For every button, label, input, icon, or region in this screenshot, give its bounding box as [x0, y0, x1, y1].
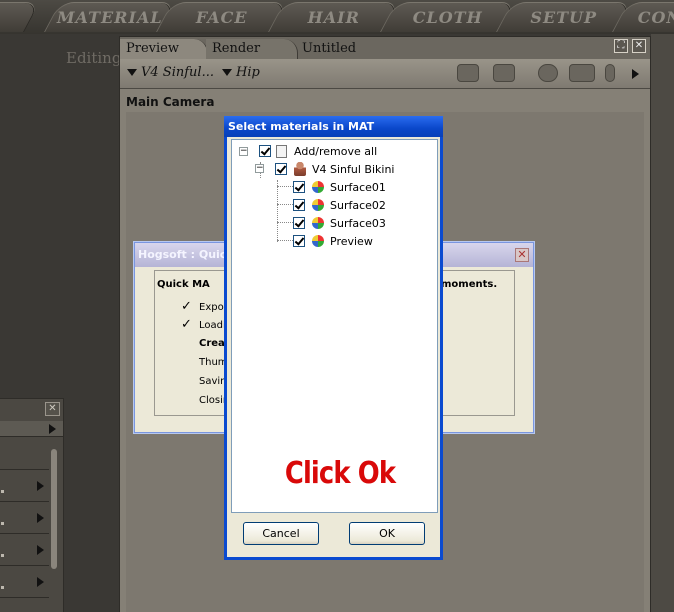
tree-connector: [277, 240, 293, 241]
cancel-button[interactable]: Cancel: [243, 522, 319, 545]
tab-pose[interactable]: E: [0, 2, 40, 32]
add-remove-all-checkbox[interactable]: [259, 145, 271, 157]
tree-connector: [277, 204, 293, 205]
palette-item-arrow-icon[interactable]: [37, 513, 44, 523]
tree-connector: [277, 222, 293, 223]
ok-button[interactable]: OK: [349, 522, 425, 545]
preview-material-label: Preview: [330, 235, 373, 248]
surface01-label: Surface01: [330, 181, 386, 194]
actor-select-value: Hip: [236, 65, 260, 80]
palette-header: [0, 421, 63, 437]
document-icon: [276, 145, 287, 158]
surface03-checkbox[interactable]: [293, 217, 305, 229]
palette-item-arrow-icon[interactable]: [37, 481, 44, 491]
preview-material-checkbox[interactable]: [293, 235, 305, 247]
tab-render[interactable]: Render: [206, 39, 298, 59]
chevron-down-icon: [127, 69, 137, 76]
chevron-down-icon: [222, 69, 232, 76]
document-title: Untitled: [302, 41, 357, 56]
camera-label: Main Camera: [126, 95, 215, 109]
check-icon: ✓: [181, 299, 192, 314]
palette-close-icon[interactable]: ✕: [45, 402, 60, 416]
select-materials-title-bar: Select materials in MAT: [224, 116, 443, 137]
select-materials-dialog: Select materials in MAT − Add/remove all…: [224, 116, 443, 560]
tab-hair[interactable]: HAIR: [268, 2, 400, 32]
palette-scrollbar[interactable]: [51, 449, 57, 569]
material-icon: [312, 235, 324, 247]
tab-material[interactable]: MATERIAL: [44, 2, 176, 32]
tree-connector: [277, 186, 293, 187]
preview-toolbar: V4 Sinful... Hip: [120, 59, 650, 89]
select-region-icon[interactable]: [493, 64, 515, 82]
hogsoft-step-active: Crea: [199, 338, 225, 349]
palette-item-dot: [1, 522, 4, 525]
figure-checkbox[interactable]: [275, 163, 287, 175]
camera-icon[interactable]: [457, 64, 479, 82]
figure-label: V4 Sinful Bikini: [312, 163, 395, 176]
material-icon: [312, 199, 324, 211]
rotate-trackball-icon[interactable]: [538, 64, 558, 82]
surface02-checkbox[interactable]: [293, 199, 305, 211]
materials-tree: − Add/remove all − V4 Sinful Bikini Surf…: [231, 139, 438, 513]
palette-divider: [0, 469, 49, 470]
tab-material-label: MATERIAL: [56, 8, 163, 27]
hogsoft-close-icon[interactable]: ✕: [515, 248, 529, 262]
surface01-checkbox[interactable]: [293, 181, 305, 193]
click-ok-annotation: Click Ok: [284, 456, 396, 491]
material-icon: [312, 181, 324, 193]
tab-hair-label: HAIR: [307, 8, 360, 27]
palette-expand-arrow-icon[interactable]: [49, 424, 56, 434]
palette-divider: [0, 565, 49, 566]
add-remove-all-label: Add/remove all: [294, 145, 378, 158]
maximize-icon[interactable]: ⛶: [614, 39, 628, 53]
tree-connector: [277, 180, 278, 242]
tab-face[interactable]: FACE: [156, 2, 288, 32]
collapse-figure-icon[interactable]: −: [255, 164, 264, 173]
check-icon: ✓: [181, 317, 192, 332]
room-tab-bar: E MATERIAL FACE HAIR CLOTH SETUP CON: [0, 0, 674, 34]
preview-tab-strip: Preview Render Untitled ⛶ ✕: [120, 37, 650, 59]
figure-select[interactable]: V4 Sinful...: [127, 65, 214, 80]
tab-cloth[interactable]: CLOTH: [380, 2, 516, 32]
move-xz-icon[interactable]: [569, 64, 595, 82]
collapse-root-icon[interactable]: −: [239, 147, 248, 156]
hogsoft-heading-tail: moments.: [441, 279, 498, 290]
hogsoft-step: Savin: [199, 376, 227, 387]
right-panel-strip: [651, 34, 674, 612]
surface02-label: Surface02: [330, 199, 386, 212]
palette-divider: [0, 501, 49, 502]
palette-item-dot: [1, 554, 4, 557]
material-icon: [312, 217, 324, 229]
hogsoft-heading: Quick MA: [157, 279, 210, 290]
figure-icon: [294, 162, 306, 176]
palette-item-arrow-icon[interactable]: [37, 577, 44, 587]
tab-face-label: FACE: [195, 8, 248, 27]
tab-cloth-label: CLOTH: [412, 8, 483, 27]
tab-setup[interactable]: SETUP: [496, 2, 632, 32]
tab-setup-label: SETUP: [530, 8, 598, 27]
palette-item-arrow-icon[interactable]: [37, 545, 44, 555]
toolbar-more-arrow-icon[interactable]: [632, 69, 639, 79]
actor-select[interactable]: Hip: [222, 65, 260, 80]
move-y-icon[interactable]: [605, 64, 615, 82]
tab-content-label: CON: [637, 8, 674, 27]
tab-preview[interactable]: Preview: [120, 39, 208, 59]
palette-item-dot: [1, 490, 4, 493]
close-icon[interactable]: ✕: [632, 39, 646, 53]
left-palette: ✕: [0, 398, 64, 612]
tab-pose-label: E: [0, 8, 32, 27]
palette-divider: [0, 597, 49, 598]
hogsoft-step: Loadi: [199, 320, 226, 331]
figure-select-value: V4 Sinful...: [141, 65, 214, 80]
palette-divider: [0, 533, 49, 534]
surface03-label: Surface03: [330, 217, 386, 230]
palette-item-dot: [1, 586, 4, 589]
editing-label: Editing: [66, 49, 122, 67]
dialog-title: Select materials in MAT: [228, 120, 375, 133]
